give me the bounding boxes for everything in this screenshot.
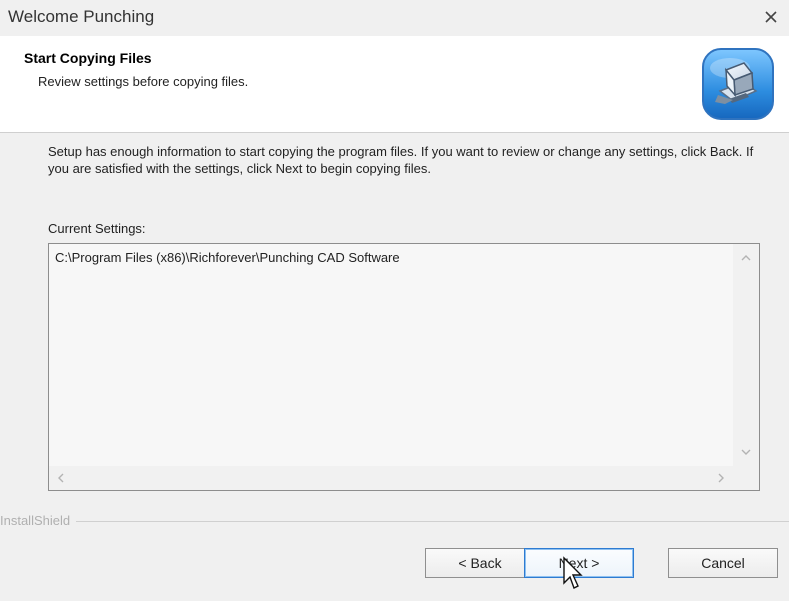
window-title: Welcome Punching bbox=[8, 7, 155, 26]
separator-line bbox=[0, 521, 789, 522]
current-settings-label: Current Settings: bbox=[48, 221, 146, 236]
scroll-up-button[interactable] bbox=[738, 250, 754, 266]
settings-path-text: C:\Program Files (x86)\Richforever\Punch… bbox=[55, 250, 400, 265]
dialog-buttons: < Back Next > Cancel bbox=[0, 530, 789, 601]
brand-separator: InstallShield bbox=[0, 510, 789, 530]
scrollbar-corner bbox=[733, 466, 759, 490]
installshield-label: InstallShield bbox=[0, 513, 77, 528]
installer-icon bbox=[698, 44, 778, 124]
chevron-right-icon bbox=[718, 473, 724, 483]
page-subtitle: Review settings before copying files. bbox=[38, 74, 249, 89]
scroll-left-button[interactable] bbox=[53, 470, 69, 486]
chevron-down-icon bbox=[741, 449, 751, 455]
close-button[interactable] bbox=[759, 5, 783, 29]
current-settings-textbox[interactable]: C:\Program Files (x86)\Richforever\Punch… bbox=[48, 243, 760, 491]
scroll-right-button[interactable] bbox=[713, 470, 729, 486]
setup-description: Setup has enough information to start co… bbox=[48, 144, 754, 176]
horizontal-scrollbar[interactable] bbox=[49, 466, 733, 490]
cancel-button[interactable]: Cancel bbox=[668, 548, 778, 578]
chevron-left-icon bbox=[58, 473, 64, 483]
next-button[interactable]: Next > bbox=[524, 548, 634, 578]
back-button[interactable]: < Back bbox=[425, 548, 535, 578]
close-icon bbox=[765, 11, 777, 23]
vertical-scrollbar[interactable] bbox=[733, 244, 759, 466]
chevron-up-icon bbox=[741, 255, 751, 261]
setup-dialog: Welcome Punching Start Copying Files Rev… bbox=[0, 0, 789, 601]
page-title: Start Copying Files bbox=[24, 50, 152, 66]
header-panel: Start Copying Files Review settings befo… bbox=[0, 36, 789, 133]
content-area: Setup has enough information to start co… bbox=[0, 133, 789, 511]
title-bar: Welcome Punching bbox=[0, 0, 789, 36]
scroll-down-button[interactable] bbox=[738, 444, 754, 460]
